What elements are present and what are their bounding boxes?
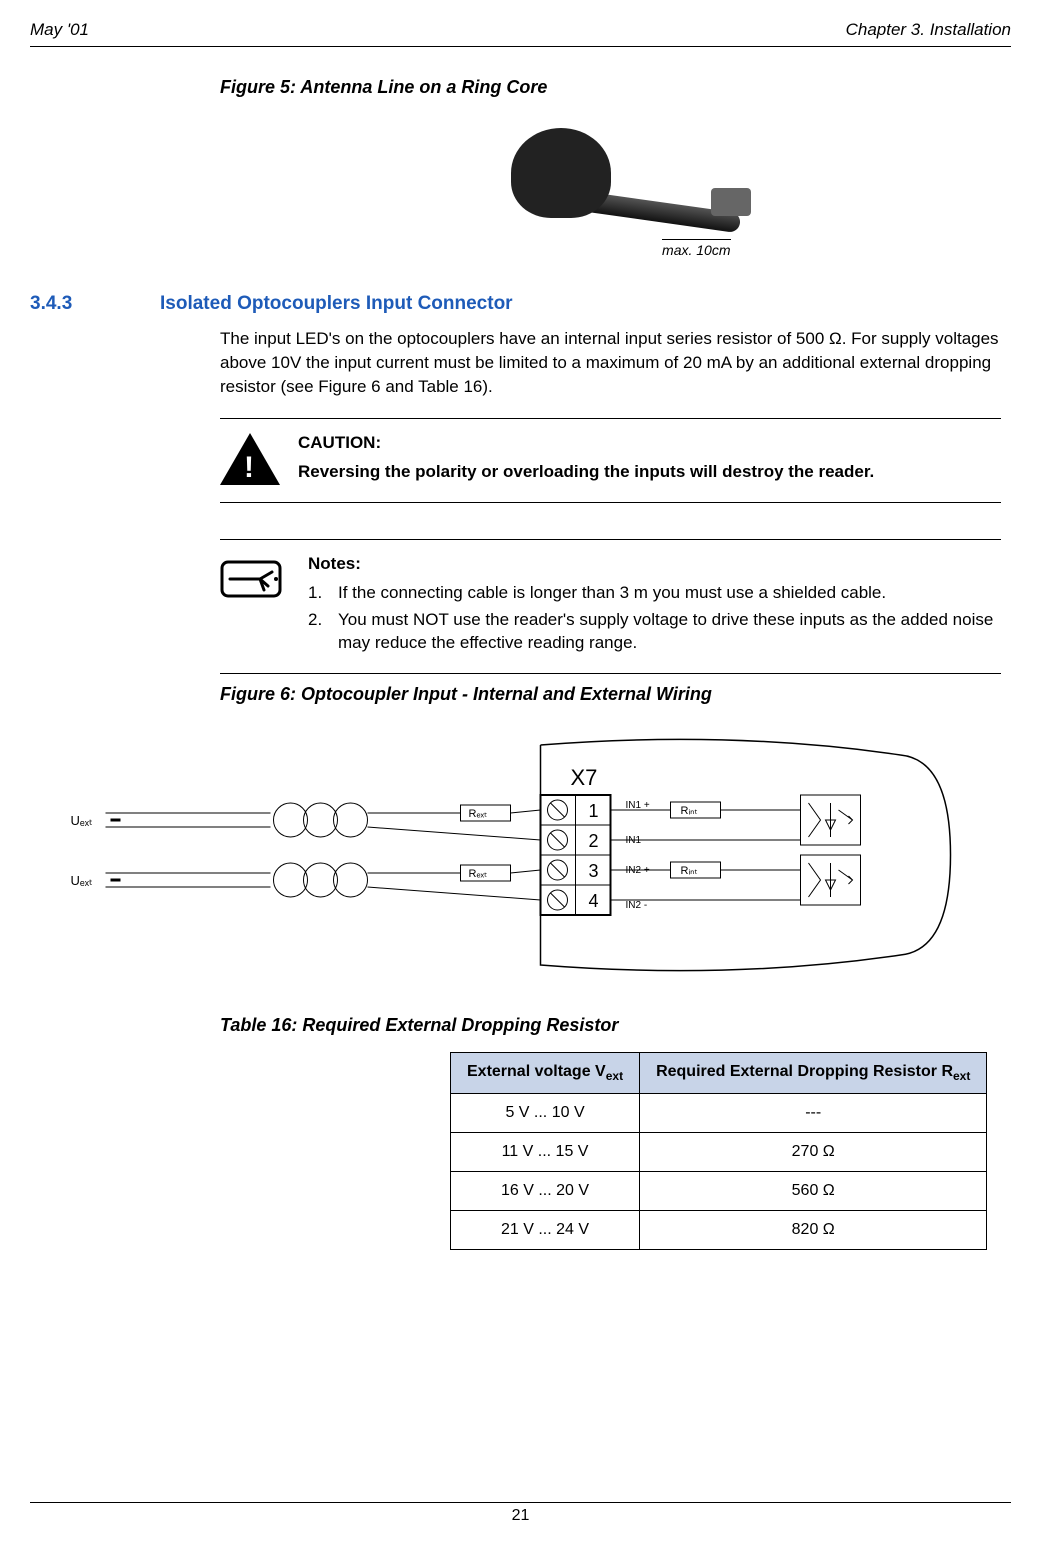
svg-text:IN2 -: IN2 - [626, 900, 648, 911]
notes-list: 1. If the connecting cable is longer tha… [308, 582, 1001, 655]
svg-text:IN1 +: IN1 + [626, 800, 650, 811]
svg-text:Uₑₓₜ: Uₑₓₜ [71, 873, 93, 888]
section-heading: 3.4.3 Isolated Optocouplers Input Connec… [30, 293, 1011, 315]
notes-heading: Notes: [308, 554, 1001, 574]
note-text: If the connecting cable is longer than 3… [338, 582, 886, 605]
caution-callout: CAUTION: Reversing the polarity or overl… [220, 418, 1001, 503]
table-row: 11 V ... 15 V 270 Ω [451, 1133, 987, 1172]
svg-text:1: 1 [589, 801, 599, 821]
table-cell: --- [640, 1094, 987, 1133]
table-cell: 820 Ω [640, 1211, 987, 1250]
table-cell: 5 V ... 10 V [451, 1094, 640, 1133]
section-body: The input LED's on the optocouplers have… [220, 327, 1001, 398]
table-cell: 21 V ... 24 V [451, 1211, 640, 1250]
section-number: 3.4.3 [30, 293, 90, 315]
caution-heading: CAUTION: [298, 433, 1001, 453]
table-cell: 270 Ω [640, 1133, 987, 1172]
header-right: Chapter 3. Installation [846, 20, 1011, 40]
table-header: Required External Dropping Resistor Rext [640, 1053, 987, 1094]
svg-text:Uₑₓₜ: Uₑₓₜ [71, 813, 93, 828]
svg-text:Rₑₓₜ: Rₑₓₜ [469, 808, 488, 820]
svg-text:4: 4 [589, 891, 599, 911]
notes-callout: Notes: 1. If the connecting cable is lon… [220, 539, 1001, 674]
table-row: 16 V ... 20 V 560 Ω [451, 1172, 987, 1211]
table-cell: 560 Ω [640, 1172, 987, 1211]
figure5-caption: Figure 5: Antenna Line on a Ring Core [220, 77, 1001, 98]
note-number: 1. [308, 582, 326, 605]
table-cell: 11 V ... 15 V [451, 1133, 640, 1172]
page-number: 21 [30, 1502, 1011, 1525]
table-header: External voltage Vext [451, 1053, 640, 1094]
header-left: May '01 [30, 20, 89, 40]
table-row: 21 V ... 24 V 820 Ω [451, 1211, 987, 1250]
section-title: Isolated Optocouplers Input Connector [160, 293, 513, 315]
table-cell: 16 V ... 20 V [451, 1172, 640, 1211]
note-item: 2. You must NOT use the reader's supply … [308, 609, 1001, 655]
x7-label: X7 [571, 765, 598, 790]
warning-icon [220, 433, 280, 488]
table16: External voltage Vext Required External … [450, 1052, 987, 1250]
svg-text:Rₑₓₜ: Rₑₓₜ [469, 868, 488, 880]
hand-pointing-icon [220, 554, 290, 604]
svg-text:2: 2 [589, 831, 599, 851]
table-row: 5 V ... 10 V --- [451, 1094, 987, 1133]
figure6-diagram: X7 1 2 3 4 IN1 + IN1 - IN2 + IN2 - Rᵢₙₜ … [30, 725, 1011, 985]
figure5-max-label: max. 10cm [662, 239, 730, 258]
table16-caption: Table 16: Required External Dropping Res… [220, 1015, 1001, 1036]
svg-text:Rᵢₙₜ: Rᵢₙₜ [681, 805, 698, 817]
figure6-caption: Figure 6: Optocoupler Input - Internal a… [220, 684, 1001, 705]
caution-body: Reversing the polarity or overloading th… [298, 461, 1001, 484]
note-item: 1. If the connecting cable is longer tha… [308, 582, 1001, 605]
svg-text:Rᵢₙₜ: Rᵢₙₜ [681, 865, 698, 877]
note-text: You must NOT use the reader's supply vol… [338, 609, 1001, 655]
figure5-image: max. 10cm [220, 118, 1001, 263]
note-number: 2. [308, 609, 326, 655]
page-header: May '01 Chapter 3. Installation [30, 20, 1011, 47]
svg-text:3: 3 [589, 861, 599, 881]
